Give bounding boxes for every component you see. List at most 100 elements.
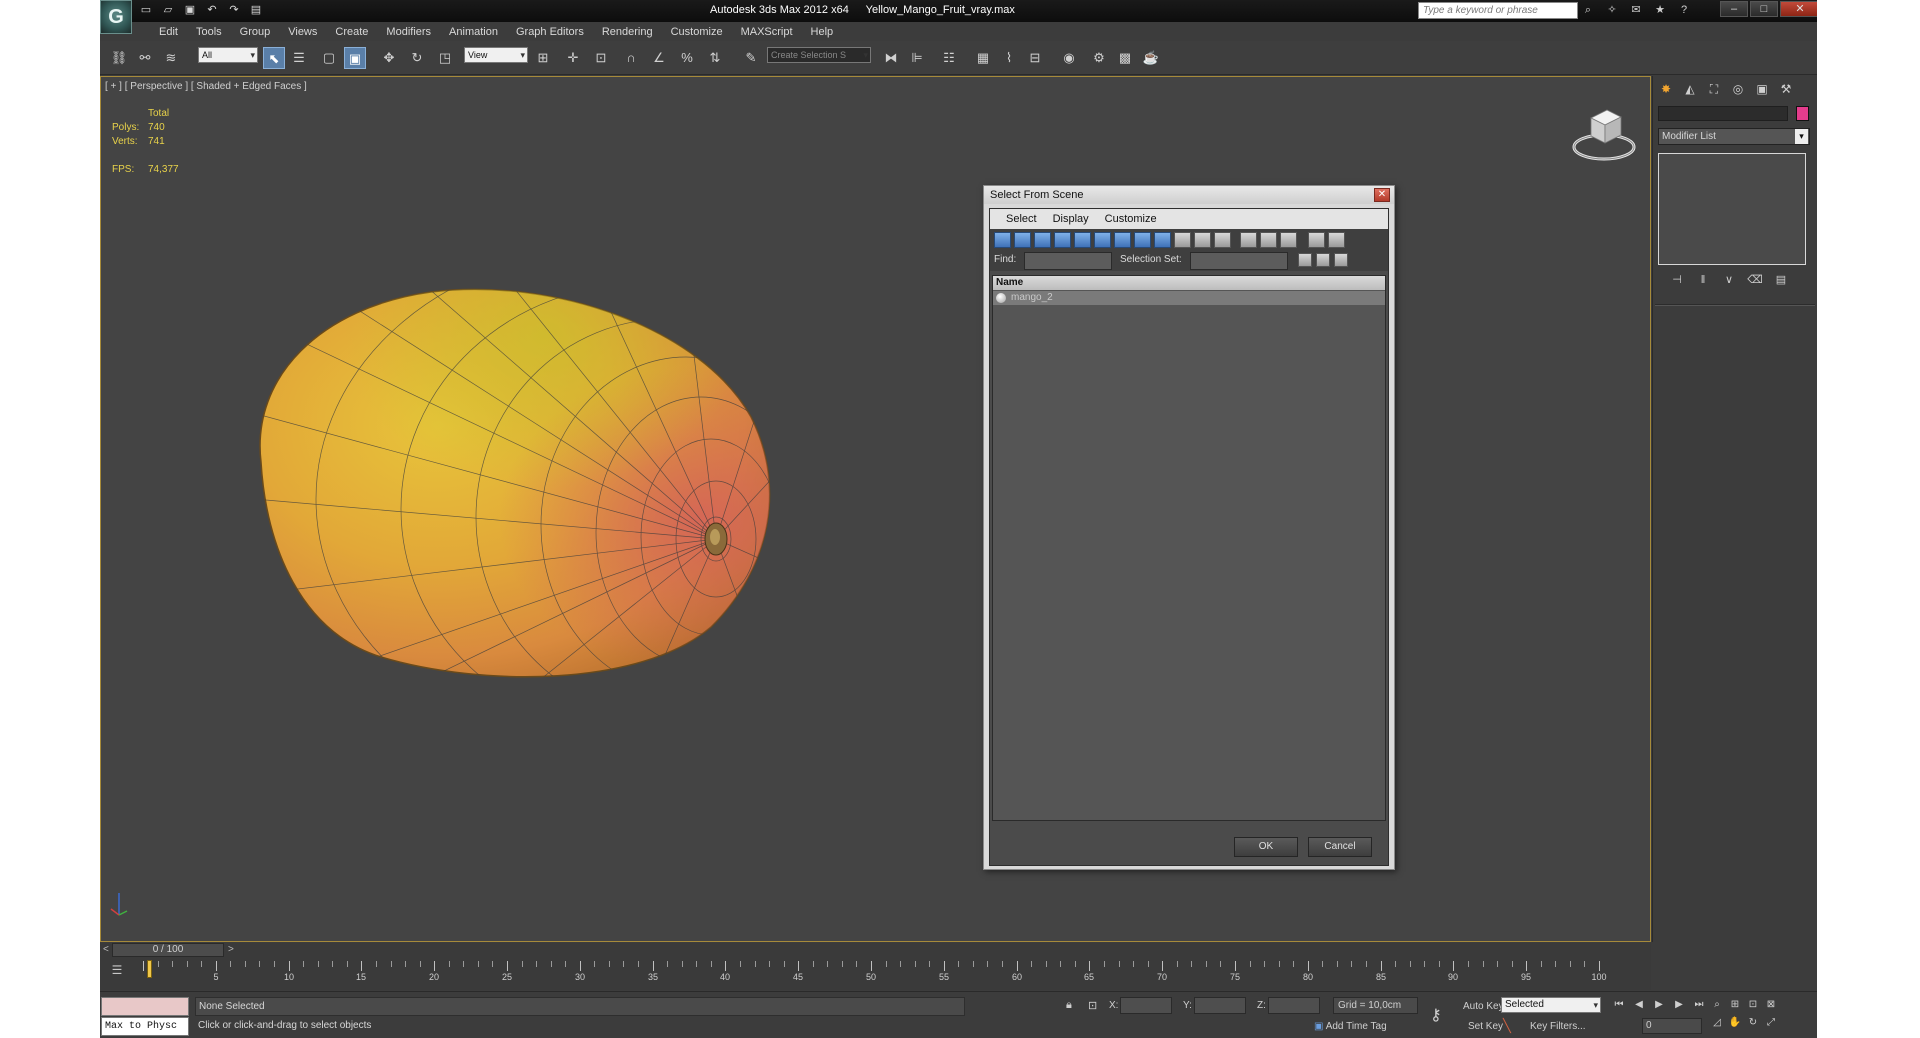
menu-group[interactable]: Group xyxy=(231,26,280,38)
menu-tools[interactable]: Tools xyxy=(187,26,231,38)
dialog-close-button[interactable]: ✕ xyxy=(1374,188,1390,202)
redo-icon[interactable]: ↷ xyxy=(226,3,242,18)
dialog-title[interactable]: Select From Scene xyxy=(984,186,1394,204)
modifier-stack[interactable] xyxy=(1658,153,1806,265)
favorites-icon[interactable]: ★ xyxy=(1652,3,1668,17)
menu-edit[interactable]: Edit xyxy=(150,26,187,38)
y-coordinate-field[interactable] xyxy=(1194,997,1246,1014)
display-xrefs-icon[interactable] xyxy=(1134,232,1151,248)
keyboard-shortcut-override-icon[interactable]: ⊡ xyxy=(590,47,612,69)
project-icon[interactable]: ▤ xyxy=(248,3,264,18)
zoom-icon[interactable]: ⌕ xyxy=(1710,998,1724,1012)
edit-named-selection-icon[interactable]: ✎ xyxy=(740,47,762,69)
ok-button[interactable]: OK xyxy=(1234,837,1298,857)
cancel-button[interactable]: Cancel xyxy=(1308,837,1372,857)
create-tab-icon[interactable]: ✸ xyxy=(1657,80,1675,98)
mirror-icon[interactable]: ⧓ xyxy=(880,47,902,69)
menu-animation[interactable]: Animation xyxy=(440,26,507,38)
remove-from-selection-set-icon[interactable] xyxy=(1334,253,1348,267)
menu-create[interactable]: Create xyxy=(326,26,377,38)
mango-model[interactable] xyxy=(231,247,801,687)
remove-modifier-icon[interactable]: ⌫ xyxy=(1746,271,1764,289)
display-all-icon[interactable] xyxy=(1240,232,1257,248)
window-crossing-icon[interactable]: ▣ xyxy=(344,47,366,69)
key-mode-icon[interactable]: ╲ xyxy=(1503,1018,1511,1034)
render-production-icon[interactable]: ☕ xyxy=(1140,47,1162,69)
menu-modifiers[interactable]: Modifiers xyxy=(377,26,440,38)
configure-modifier-sets-icon[interactable]: ▤ xyxy=(1772,271,1790,289)
display-hidden-icon[interactable] xyxy=(1214,232,1231,248)
field-of-view-icon[interactable]: ◿ xyxy=(1710,1016,1724,1030)
align-icon[interactable]: ⊫ xyxy=(906,47,928,69)
reference-coordinate-dropdown[interactable]: View xyxy=(464,47,528,63)
close-button[interactable]: ✕ xyxy=(1780,1,1817,17)
select-object-icon[interactable]: ⬉ xyxy=(263,47,285,69)
display-bones-icon[interactable] xyxy=(1154,232,1171,248)
rotate-icon[interactable]: ↻ xyxy=(406,47,428,69)
motion-tab-icon[interactable]: ◎ xyxy=(1729,80,1747,98)
time-slider[interactable]: 0 / 100 xyxy=(112,943,224,957)
selection-set-dropdown[interactable] xyxy=(1190,252,1288,270)
current-frame-field[interactable]: 0 xyxy=(1642,1018,1702,1034)
named-selection-set-dropdown[interactable]: Create Selection S xyxy=(767,47,871,63)
select-manipulate-icon[interactable]: ✛ xyxy=(562,47,584,69)
mini-curve-editor-icon[interactable]: ☰ xyxy=(108,963,126,979)
schematic-view-icon[interactable]: ⊟ xyxy=(1024,47,1046,69)
x-coordinate-field[interactable] xyxy=(1120,997,1172,1014)
pin-stack-icon[interactable]: ⊣ xyxy=(1668,271,1686,289)
bind-space-warp-icon[interactable]: ≋ xyxy=(160,47,182,69)
absolute-mode-icon[interactable]: ⊡ xyxy=(1088,999,1097,1012)
orbit-icon[interactable]: ↻ xyxy=(1746,1016,1760,1030)
help-icon[interactable]: ? xyxy=(1676,3,1692,17)
menu-help[interactable]: Help xyxy=(802,26,843,38)
object-name-field[interactable] xyxy=(1658,106,1788,121)
dialog-menu-display[interactable]: Display xyxy=(1045,213,1097,225)
maximize-viewport-icon[interactable]: ⤢ xyxy=(1764,1016,1778,1030)
go-to-end-icon[interactable]: ⏭ xyxy=(1692,998,1706,1012)
display-lights-icon[interactable] xyxy=(1034,232,1051,248)
add-to-selection-set-icon[interactable] xyxy=(1316,253,1330,267)
list-item[interactable]: mango_2 xyxy=(993,291,1385,305)
unlink-icon[interactable]: ⚯ xyxy=(134,47,156,69)
angle-snap-icon[interactable]: ∠ xyxy=(648,47,670,69)
auto-key-button[interactable]: Auto Key xyxy=(1463,1001,1504,1012)
search-input[interactable]: Type a keyword or phrase xyxy=(1418,2,1578,19)
selection-filter-dropdown[interactable]: All xyxy=(198,47,258,63)
maxscript-mini-listener[interactable]: Max to Physc xyxy=(101,1017,189,1036)
time-cursor[interactable] xyxy=(147,960,152,978)
time-next-button[interactable]: > xyxy=(228,944,234,955)
dialog-menu-customize[interactable]: Customize xyxy=(1097,213,1165,225)
communication-icon[interactable]: ✉ xyxy=(1628,3,1644,17)
layer-manager-icon[interactable]: ☷ xyxy=(938,47,960,69)
find-input[interactable] xyxy=(1024,252,1112,270)
key-filters-button[interactable]: Key Filters... xyxy=(1530,1021,1586,1032)
next-frame-icon[interactable]: ▶ xyxy=(1672,998,1686,1012)
set-keys-icon[interactable]: ⚷ xyxy=(1430,1005,1442,1025)
create-selection-set-icon[interactable] xyxy=(1298,253,1312,267)
maximize-button[interactable]: □ xyxy=(1750,1,1778,17)
selection-lock-icon[interactable]: 🔒︎ xyxy=(1066,999,1072,1012)
scale-icon[interactable]: ◳ xyxy=(434,47,456,69)
menu-customize[interactable]: Customize xyxy=(662,26,732,38)
sync-selection-icon[interactable] xyxy=(1308,232,1325,248)
binoculars-icon[interactable]: ⌕ xyxy=(1580,3,1596,17)
modifier-list-dropdown[interactable]: Modifier List xyxy=(1658,128,1810,145)
new-icon[interactable]: ▭ xyxy=(138,3,154,18)
link-icon[interactable]: ⛓ xyxy=(108,47,130,69)
menu-rendering[interactable]: Rendering xyxy=(593,26,662,38)
time-prev-button[interactable]: < xyxy=(103,944,109,955)
render-setup-icon[interactable]: ⚙ xyxy=(1088,47,1110,69)
display-tab-icon[interactable]: ▣ xyxy=(1753,80,1771,98)
previous-frame-icon[interactable]: ◀ xyxy=(1632,998,1646,1012)
modify-tab-icon[interactable]: ◭ xyxy=(1681,80,1699,98)
object-color-swatch[interactable] xyxy=(1796,106,1809,121)
spinner-snap-icon[interactable]: ⇅ xyxy=(704,47,726,69)
graphite-tools-icon[interactable]: ▦ xyxy=(972,47,994,69)
material-editor-icon[interactable]: ◉ xyxy=(1058,47,1080,69)
rendered-frame-window-icon[interactable]: ▩ xyxy=(1114,47,1136,69)
display-cameras-icon[interactable] xyxy=(1054,232,1071,248)
selection-set-key-dropdown[interactable]: Selected xyxy=(1501,997,1601,1013)
subscription-icon[interactable]: ✧ xyxy=(1604,3,1620,17)
display-shapes-icon[interactable] xyxy=(1014,232,1031,248)
display-none-icon[interactable] xyxy=(1260,232,1277,248)
